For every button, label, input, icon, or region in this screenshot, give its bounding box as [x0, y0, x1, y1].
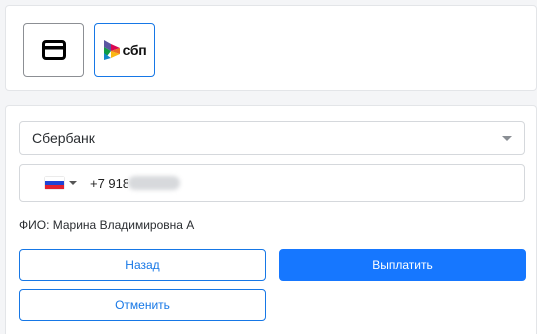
redacted-digits: [128, 176, 180, 190]
phone-field[interactable]: [19, 164, 525, 202]
bank-select[interactable]: Сбербанк: [19, 121, 525, 155]
payout-form: Сбербанк ФИО: Марина Владимировна А Наза…: [5, 105, 537, 334]
sbp-label: сбп: [122, 42, 147, 58]
caret-down-icon: [69, 181, 77, 185]
card-method-button[interactable]: [23, 23, 84, 77]
sbp-logo-icon: [103, 40, 120, 60]
payment-method-card: сбп: [5, 5, 537, 91]
pay-out-button[interactable]: Выплатить: [279, 249, 526, 281]
sbp-method-button[interactable]: сбп: [94, 23, 155, 77]
bank-select-value: Сбербанк: [32, 130, 95, 146]
back-button[interactable]: Назад: [19, 249, 266, 281]
russia-flag-icon: [45, 177, 64, 189]
country-selector[interactable]: [20, 165, 90, 201]
recipient-name: ФИО: Марина Владимировна А: [19, 218, 195, 232]
cancel-button[interactable]: Отменить: [19, 289, 266, 321]
credit-card-icon: [41, 40, 66, 60]
phone-input[interactable]: [90, 175, 128, 191]
chevron-down-icon: [502, 135, 512, 141]
